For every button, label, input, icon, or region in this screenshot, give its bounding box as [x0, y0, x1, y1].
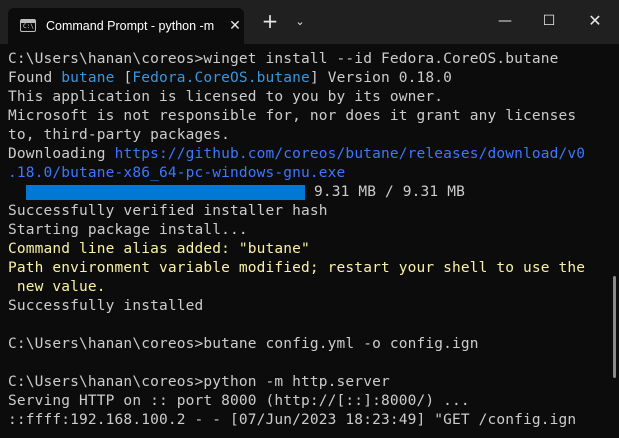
- tab-title: Command Prompt - python -m: [46, 19, 215, 33]
- terminal-line: C:\Users\hanan\coreos>python -m http.ser…: [8, 374, 390, 390]
- terminal-line: Successfully installed: [8, 298, 204, 314]
- terminal-text: Downloading: [8, 146, 115, 162]
- download-link-continued[interactable]: .18.0/butane-x86_64-pc-windows-gnu.exe: [8, 164, 610, 183]
- package-id: Fedora.CoreOS.butane: [132, 70, 310, 86]
- terminal-line: This application is licensed to you by i…: [8, 89, 444, 105]
- maximize-button[interactable]: ☐: [534, 6, 564, 36]
- terminal-line: Found butane [Fedora.CoreOS.butane] Vers…: [8, 69, 610, 88]
- terminal-line: ::ffff:192.168.100.2 - - [07/Jun/2023 18…: [8, 412, 577, 428]
- scrollbar[interactable]: [611, 44, 619, 438]
- terminal-line: Microsoft is not responsible for, nor do…: [8, 108, 577, 124]
- new-tab-button[interactable]: +: [258, 10, 282, 34]
- terminal-line: Successfully verified installer hash: [8, 203, 328, 219]
- terminal-line: Serving HTTP on :: port 8000 (http://[::…: [8, 393, 470, 409]
- terminal-line: C:\Users\hanan\coreos>butane config.yml …: [8, 336, 479, 352]
- package-name: butane: [61, 70, 115, 86]
- chevron-down-icon[interactable]: ⌄: [290, 12, 310, 32]
- terminal-line: Starting package install...: [8, 222, 248, 238]
- alias-message: Command line alias added: "butane": [8, 241, 310, 257]
- title-bar: C:\ Command Prompt - python -m ✕ + ⌄ — ☐…: [0, 0, 619, 44]
- cmd-icon: C:\: [20, 19, 36, 32]
- download-progress: 9.31 MB / 9.31 MB: [8, 183, 610, 202]
- terminal-line: Downloading https://github.com/coreos/bu…: [8, 145, 610, 164]
- terminal-output[interactable]: C:\Users\hanan\coreos>winget install --i…: [0, 44, 610, 438]
- scrollbar-thumb[interactable]: [613, 276, 616, 378]
- terminal-line: C:\Users\hanan\coreos>winget install --i…: [8, 51, 559, 67]
- progress-bar: [26, 185, 305, 200]
- progress-text: 9.31 MB / 9.31 MB: [314, 184, 465, 200]
- path-warning-continued: new value.: [8, 279, 106, 295]
- download-link[interactable]: https://github.com/coreos/butane/release…: [115, 146, 586, 162]
- terminal-text: Found: [8, 70, 62, 86]
- terminal-text: [: [114, 70, 133, 86]
- terminal-line: to, third-party packages.: [8, 127, 230, 143]
- minimize-button[interactable]: —: [490, 6, 520, 36]
- tab-command-prompt[interactable]: C:\ Command Prompt - python -m ✕: [8, 8, 244, 44]
- close-window-button[interactable]: ✕: [580, 6, 610, 36]
- terminal-text: ] Version 0.18.0: [309, 70, 453, 86]
- path-warning: Path environment variable modified; rest…: [8, 260, 586, 276]
- tab-close-icon[interactable]: ✕: [225, 16, 245, 36]
